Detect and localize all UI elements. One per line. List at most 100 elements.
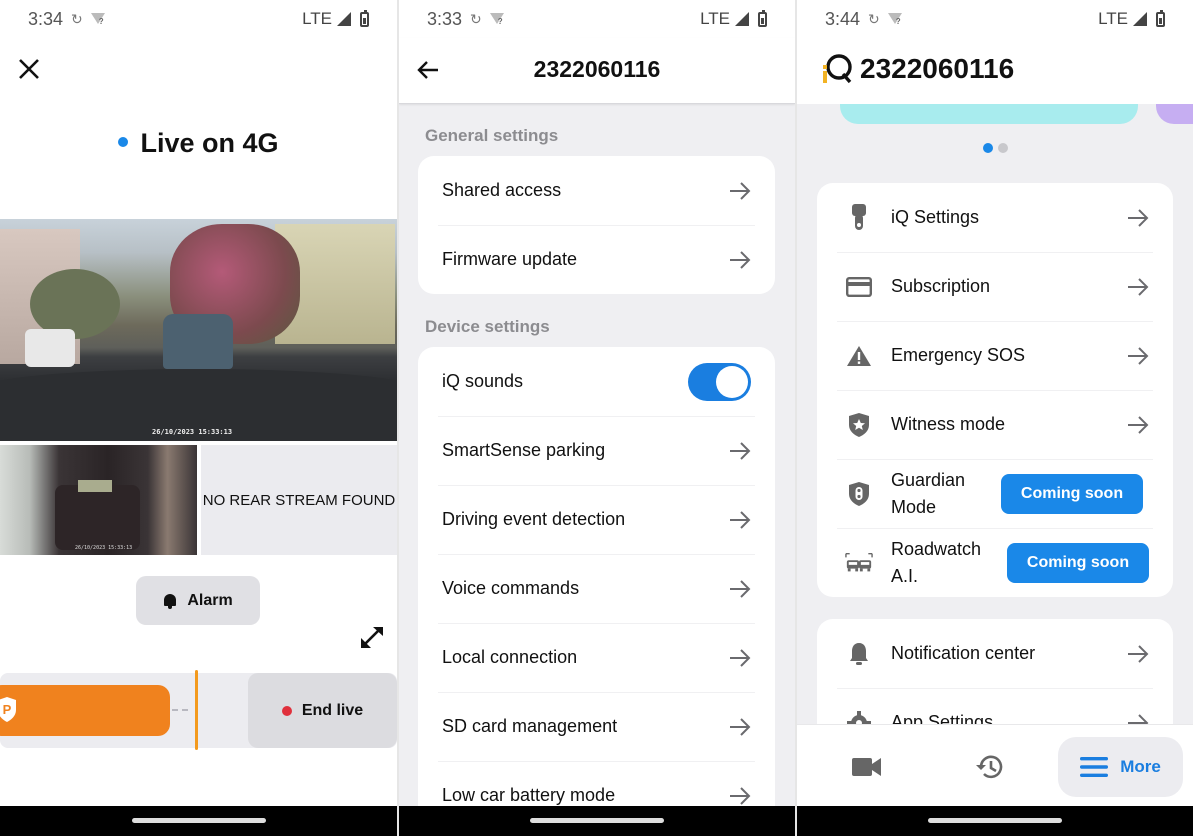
arrow-right-icon	[730, 181, 751, 200]
sync-icon: ↻	[868, 10, 880, 27]
status-time: 3:34	[28, 8, 64, 29]
network-type: LTE	[1098, 9, 1128, 28]
tab-more[interactable]: More	[1058, 737, 1183, 797]
fullscreen-expand-icon[interactable]	[358, 624, 386, 650]
video-frame-detail	[55, 485, 140, 550]
timeline-gap	[172, 709, 188, 711]
coming-soon-button[interactable]: Coming soon	[1001, 473, 1143, 514]
timeline-playhead[interactable]	[195, 670, 198, 750]
menu-item-notification-center[interactable]: Notification center	[817, 619, 1173, 688]
settings-item-label: Voice commands	[442, 578, 580, 598]
recording-dot-icon	[281, 705, 292, 716]
home-gesture-handle[interactable]	[131, 818, 266, 823]
settings-item-local-connection[interactable]: Local connection	[418, 623, 775, 692]
wifi-icon: ?	[489, 13, 504, 26]
alarm-button[interactable]: Alarm	[136, 576, 260, 625]
settings-item-label: Low car battery mode	[442, 785, 616, 805]
settings-item-shared-access[interactable]: Shared access	[418, 156, 775, 225]
network-type: LTE	[700, 9, 730, 28]
settings-item-label: SmartSense parking	[442, 440, 606, 460]
settings-item-label: iQ sounds	[442, 371, 524, 391]
carousel-dot[interactable]	[982, 143, 993, 153]
warning-icon	[845, 342, 873, 370]
device-settings-card: iQ sounds SmartSense parking Driving eve…	[418, 347, 775, 807]
iq-sounds-toggle[interactable]	[688, 362, 751, 401]
menu-item-label: Emergency SOS	[891, 345, 1026, 365]
alarm-label: Alarm	[187, 591, 233, 609]
signal-icon	[337, 12, 351, 26]
battery-icon	[758, 9, 767, 27]
settings-item-driving-event-detection[interactable]: Driving event detection	[418, 485, 775, 554]
promo-banner[interactable]	[840, 104, 1138, 124]
arrow-right-icon	[730, 579, 751, 598]
sync-icon: ↻	[470, 10, 482, 27]
arrow-right-icon	[1128, 415, 1149, 434]
rear-stream-message: NO REAR STREAM FOUND	[202, 491, 396, 509]
general-settings-card: Shared access Firmware update	[418, 156, 775, 294]
bell-icon	[845, 640, 873, 668]
carousel-dot[interactable]	[997, 143, 1008, 153]
interior-camera-timestamp: 26/10/2023 15:33:13	[75, 545, 133, 551]
more-menu-screen: 3:44 ↻ ? LTE 2322060116 iQ Settings Subs…	[797, 0, 1193, 836]
promo-banner[interactable]	[1156, 104, 1193, 124]
settings-item-low-car-battery-mode[interactable]: Low car battery mode	[418, 761, 775, 807]
menu-item-witness-mode[interactable]: Witness mode	[817, 390, 1173, 459]
front-camera-stream[interactable]: 26/10/2023 15:33:13	[0, 219, 397, 441]
status-time: 3:33	[427, 8, 463, 29]
signal-icon	[735, 12, 749, 26]
menu-item-guardian-mode: Guardian Mode Coming soon	[817, 459, 1173, 528]
sync-icon: ↻	[71, 10, 83, 27]
menu-group-device: iQ Settings Subscription Emergency SOS W…	[817, 183, 1173, 597]
cars-icon	[845, 549, 873, 577]
panel-edge	[1193, 0, 1200, 836]
front-camera-timestamp: 26/10/2023 15:33:13	[152, 428, 233, 436]
settings-item-label: Firmware update	[442, 249, 578, 269]
video-frame-detail	[163, 314, 233, 369]
close-icon[interactable]	[16, 56, 42, 82]
wifi-icon: ?	[887, 13, 902, 26]
arrow-right-icon	[730, 717, 751, 736]
signal-icon	[1133, 12, 1147, 26]
device-title: 2322060116	[860, 53, 1015, 84]
device-settings-screen: 3:33 ↻ ? LTE 2322060116 General settings…	[399, 0, 795, 836]
status-bar: 3:34 ↻ ? LTE	[0, 0, 397, 38]
menu-item-label: Roadwatch A.I.	[891, 538, 982, 586]
menu-item-emergency-sos[interactable]: Emergency SOS	[817, 321, 1173, 390]
settings-item-label: Driving event detection	[442, 509, 626, 529]
home-gesture-handle[interactable]	[530, 818, 664, 823]
settings-item-voice-commands[interactable]: Voice commands	[418, 554, 775, 623]
menu-item-subscription[interactable]: Subscription	[817, 252, 1173, 321]
coming-soon-button[interactable]: Coming soon	[1007, 542, 1149, 583]
arrow-right-icon	[1128, 277, 1149, 296]
status-time: 3:44	[825, 8, 861, 29]
bottom-navigation: More	[797, 724, 1193, 806]
menu-item-iq-settings[interactable]: iQ Settings	[817, 183, 1173, 252]
parking-shield-icon: P	[0, 697, 18, 723]
bell-icon	[163, 593, 177, 609]
end-live-button[interactable]: End live	[248, 673, 397, 748]
arrow-right-icon	[730, 250, 751, 269]
shield-traffic-light-icon	[845, 480, 873, 508]
battery-icon	[1156, 9, 1165, 27]
video-camera-icon	[852, 758, 881, 776]
settings-item-firmware-update[interactable]: Firmware update	[418, 225, 775, 294]
home-gesture-handle[interactable]	[928, 818, 1062, 823]
arrow-right-icon	[1128, 208, 1149, 227]
credit-card-icon	[845, 273, 873, 301]
menu-item-label: iQ Settings	[891, 207, 980, 227]
section-label-device: Device settings	[425, 317, 550, 336]
live-indicator-dot	[118, 136, 129, 147]
settings-item-label: Local connection	[442, 647, 578, 667]
settings-item-sd-card-management[interactable]: SD card management	[418, 692, 775, 761]
battery-icon	[360, 9, 369, 27]
settings-item-smartsense-parking[interactable]: SmartSense parking	[418, 416, 775, 485]
live-status-title: Live on 4G	[0, 128, 397, 159]
network-type: LTE	[302, 9, 332, 28]
promo-carousel[interactable]	[797, 104, 1193, 126]
system-nav-bar	[797, 806, 1193, 836]
tab-history[interactable]	[960, 737, 1020, 797]
live-title-text: Live on 4G	[140, 128, 279, 158]
timeline-event-clip[interactable]	[0, 685, 170, 736]
tab-live[interactable]	[837, 737, 897, 797]
interior-camera-stream[interactable]: 26/10/2023 15:33:13	[0, 445, 197, 555]
